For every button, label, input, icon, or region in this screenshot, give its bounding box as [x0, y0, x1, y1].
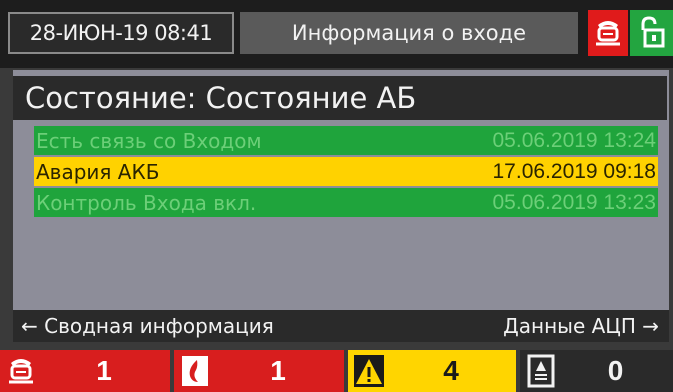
event-text: Контроль Входа вкл. [36, 190, 257, 215]
adc-data-button[interactable]: Данные АЦП → [503, 310, 659, 342]
fire-alarm-icon[interactable] [588, 10, 628, 56]
warning-counter[interactable]: 4 [348, 350, 516, 392]
counter-bar: 1 1 4 0 [0, 350, 673, 392]
event-row[interactable]: Есть связь со Входом 05.06.2019 13:24 [34, 126, 658, 155]
fire-counter[interactable]: 1 [0, 350, 170, 392]
event-time: 05.06.2019 13:24 [492, 128, 657, 152]
state-title: Состояние: Состояние АБ [13, 76, 667, 120]
event-row[interactable]: Контроль Входа вкл. 05.06.2019 13:23 [34, 188, 658, 217]
disabled-icon [524, 353, 558, 389]
event-list: Есть связь со Входом 05.06.2019 13:24 Ав… [34, 126, 658, 219]
unlocked-icon[interactable] [630, 10, 673, 56]
smoke-count: 1 [270, 355, 286, 386]
event-time: 05.06.2019 13:23 [492, 190, 657, 214]
disabled-count: 0 [607, 355, 624, 386]
warning-count: 4 [443, 355, 459, 386]
fire-alarm-icon [4, 353, 38, 389]
warning-icon [352, 353, 386, 389]
summary-info-button[interactable]: ← Сводная информация [21, 310, 274, 342]
screen-title: Информация о входе [240, 12, 578, 54]
nav-bar: ← Сводная информация Данные АЦП → [13, 310, 669, 342]
top-bar: 28-ИЮН-19 08:41 Информация о входе [0, 0, 673, 68]
event-text: Есть связь со Входом [36, 128, 262, 153]
smoke-flame-icon [178, 353, 212, 389]
fire-count: 1 [96, 355, 112, 386]
event-time: 17.06.2019 09:18 [492, 159, 657, 183]
disabled-counter[interactable]: 0 [520, 350, 673, 392]
event-row[interactable]: Авария АКБ 17.06.2019 09:18 [34, 157, 658, 186]
datetime-display: 28-ИЮН-19 08:41 [8, 12, 234, 54]
smoke-counter[interactable]: 1 [174, 350, 344, 392]
event-text: Авария АКБ [36, 159, 160, 184]
